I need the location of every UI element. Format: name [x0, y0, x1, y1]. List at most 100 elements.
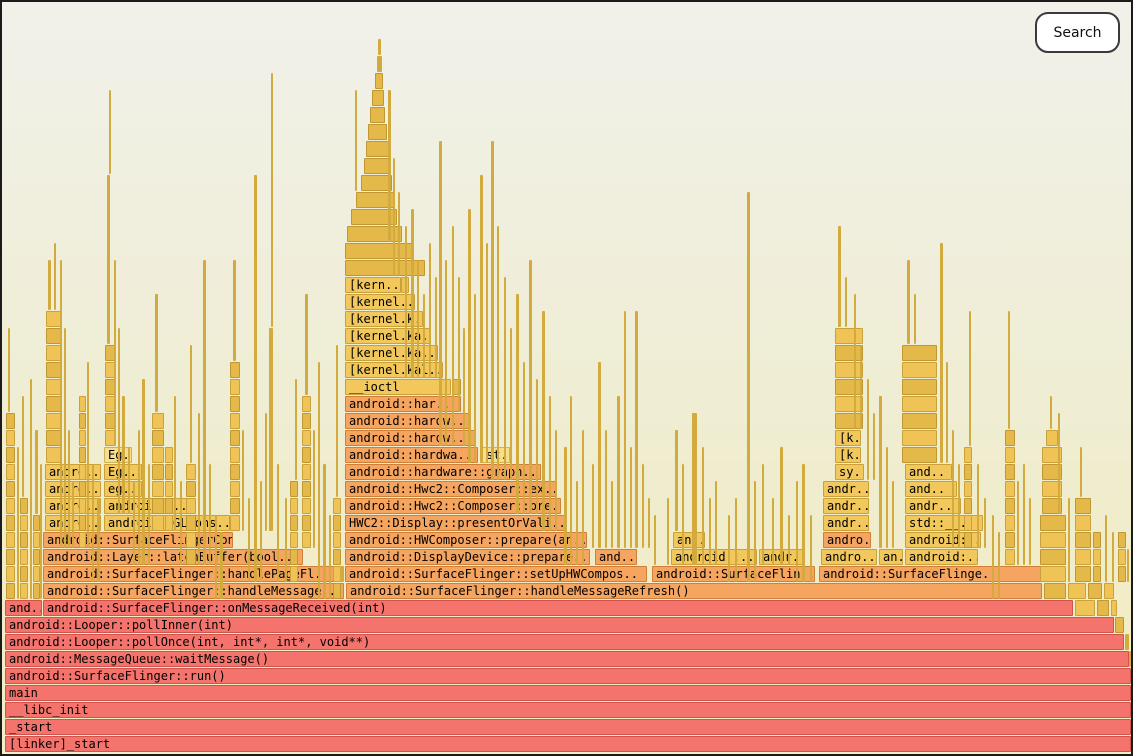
texture-spike[interactable] — [642, 464, 644, 548]
texture-frame[interactable] — [186, 481, 196, 497]
texture-spike[interactable] — [1125, 634, 1129, 650]
texture-spike[interactable] — [873, 413, 875, 480]
frame[interactable]: [k.. — [835, 430, 861, 446]
texture-spike[interactable] — [323, 464, 326, 599]
frame[interactable]: android::MessageQueue::waitMessage() — [5, 651, 1129, 667]
frame[interactable]: android::hardwa.. — [345, 447, 478, 463]
texture-frame[interactable] — [186, 464, 196, 480]
texture-frame[interactable] — [1093, 549, 1101, 565]
texture-spike[interactable] — [30, 379, 32, 599]
texture-spike[interactable] — [254, 175, 257, 582]
frame[interactable]: andro.. — [821, 549, 877, 565]
texture-spike[interactable] — [940, 243, 943, 463]
texture-spike[interactable] — [122, 396, 125, 514]
texture-frame[interactable] — [230, 481, 240, 497]
texture-spike[interactable] — [72, 481, 74, 548]
texture-frame[interactable] — [33, 583, 40, 599]
texture-frame[interactable] — [79, 447, 86, 463]
texture-spike[interactable] — [788, 515, 790, 565]
frame[interactable]: andro.. — [823, 532, 871, 548]
texture-spike[interactable] — [233, 260, 236, 361]
texture-spike[interactable] — [248, 498, 250, 582]
frame[interactable]: android::SurfaceFlin.. — [652, 566, 815, 582]
texture-spike[interactable] — [648, 498, 650, 548]
texture-spike[interactable] — [497, 226, 499, 480]
texture-frame[interactable] — [302, 498, 311, 514]
texture-spike[interactable] — [762, 464, 764, 565]
frame[interactable]: android::hardw.. — [345, 430, 475, 446]
texture-spike[interactable] — [128, 447, 130, 514]
texture-frame[interactable] — [902, 345, 937, 361]
texture-frame[interactable] — [33, 532, 40, 548]
texture-frame[interactable] — [1005, 464, 1015, 480]
texture-frame[interactable] — [1005, 532, 1015, 548]
texture-frame[interactable] — [79, 532, 86, 548]
frame[interactable]: andr.. — [823, 498, 869, 514]
frame[interactable]: main — [5, 685, 1131, 701]
texture-frame[interactable] — [165, 447, 173, 463]
texture-spike[interactable] — [592, 464, 594, 548]
frame[interactable]: and.. — [905, 464, 952, 480]
frame[interactable]: _start — [5, 719, 1131, 735]
texture-spike[interactable] — [35, 430, 38, 514]
texture-frame[interactable] — [364, 158, 391, 174]
frame[interactable]: andr.. — [823, 515, 869, 531]
texture-spike[interactable] — [838, 226, 841, 327]
texture-frame[interactable] — [333, 583, 341, 599]
texture-frame[interactable] — [1075, 515, 1091, 531]
texture-spike[interactable] — [68, 430, 70, 548]
texture-frame[interactable] — [1044, 583, 1066, 599]
frame[interactable]: and.. — [5, 600, 42, 616]
texture-spike[interactable] — [958, 464, 960, 548]
texture-spike[interactable] — [336, 345, 338, 497]
texture-spike[interactable] — [174, 396, 176, 531]
texture-spike[interactable] — [209, 464, 211, 565]
texture-frame[interactable] — [152, 498, 164, 514]
frame[interactable]: android::DisplayDevice::prepare.. — [345, 549, 590, 565]
texture-frame[interactable] — [6, 515, 15, 531]
texture-spike[interactable] — [555, 430, 557, 531]
texture-spike[interactable] — [907, 260, 910, 344]
texture-spike[interactable] — [1058, 413, 1060, 514]
texture-spike[interactable] — [8, 328, 10, 412]
texture-spike[interactable] — [393, 158, 395, 276]
texture-frame[interactable] — [1093, 532, 1101, 548]
texture-spike[interactable] — [542, 311, 545, 531]
texture-frame[interactable] — [6, 447, 15, 463]
texture-frame[interactable] — [1097, 600, 1109, 616]
texture-spike[interactable] — [692, 413, 697, 565]
texture-spike[interactable] — [411, 209, 414, 378]
texture-frame[interactable] — [964, 447, 972, 463]
texture-spike[interactable] — [892, 481, 894, 548]
texture-spike[interactable] — [1127, 549, 1129, 582]
texture-frame[interactable] — [20, 515, 28, 531]
texture-frame[interactable] — [33, 515, 40, 531]
texture-spike[interactable] — [398, 192, 400, 276]
texture-spike[interactable] — [754, 481, 756, 582]
texture-spike[interactable] — [435, 277, 437, 378]
texture-spike[interactable] — [423, 294, 425, 378]
texture-spike[interactable] — [1008, 311, 1010, 429]
texture-frame[interactable] — [1040, 532, 1066, 548]
frame[interactable]: and.. — [905, 481, 957, 497]
texture-spike[interactable] — [611, 481, 613, 548]
texture-frame[interactable] — [1118, 549, 1126, 565]
texture-spike[interactable] — [1017, 481, 1019, 565]
texture-spike[interactable] — [810, 515, 812, 582]
frame[interactable]: android::SurfaceFlinger::run() — [5, 668, 1131, 684]
texture-spike[interactable] — [654, 515, 656, 565]
frame[interactable]: an.. — [673, 532, 705, 548]
texture-frame[interactable] — [20, 566, 28, 582]
texture-spike[interactable] — [772, 498, 774, 565]
texture-frame[interactable] — [79, 396, 86, 412]
texture-frame[interactable] — [1068, 583, 1086, 599]
frame[interactable]: [kern.. — [345, 277, 401, 293]
texture-frame[interactable] — [1005, 481, 1015, 497]
texture-frame[interactable] — [1088, 583, 1102, 599]
texture-spike[interactable] — [269, 328, 273, 531]
texture-spike[interactable] — [984, 498, 986, 548]
texture-frame[interactable] — [1040, 515, 1066, 531]
frame[interactable]: android::SurfaceFlinge.. — [819, 566, 1042, 582]
frame[interactable]: __libc_init — [5, 702, 1131, 718]
texture-spike[interactable] — [1023, 464, 1025, 565]
